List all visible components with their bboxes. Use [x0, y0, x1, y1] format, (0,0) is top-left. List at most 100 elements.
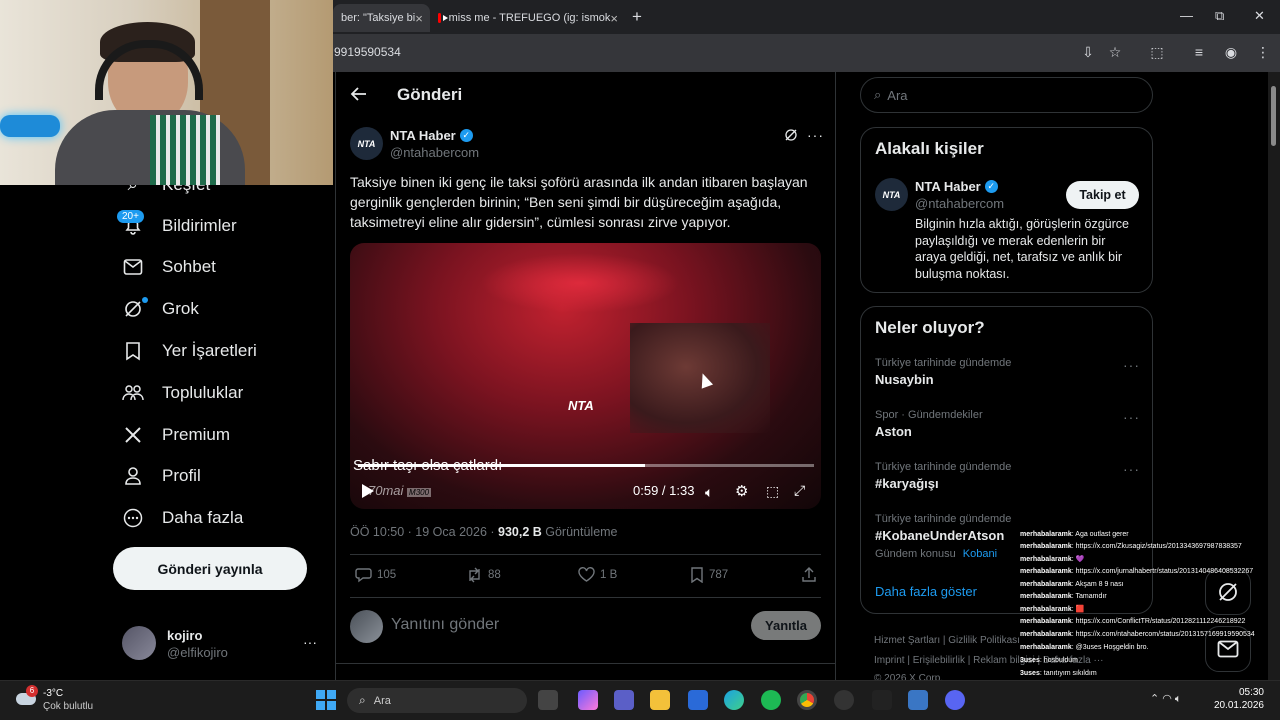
trend-more-icon[interactable]: ···	[1123, 461, 1140, 477]
browser-tab-active[interactable]: ber: "Taksiye bi ×	[333, 4, 430, 32]
obs-icon[interactable]	[834, 690, 854, 710]
sidebar-item-communities[interactable]: Topluluklar	[122, 378, 243, 408]
install-app-icon[interactable]: ⇩	[1079, 43, 1097, 61]
show-more-link[interactable]: Daha fazla göster	[875, 584, 977, 599]
post-more-icon[interactable]: ···	[807, 127, 824, 143]
close-window-button[interactable]: ✕	[1254, 8, 1265, 24]
account-switcher[interactable]: kojiro @elfikojiro ···	[122, 624, 322, 664]
grok-floating-button[interactable]	[1205, 569, 1251, 615]
search-input[interactable]: ⌕ Ara	[860, 77, 1153, 113]
sidebar-item-grok[interactable]: Grok	[122, 294, 199, 324]
youtube-icon	[438, 13, 447, 23]
account-more-icon[interactable]: ···	[303, 634, 317, 650]
related-handle[interactable]: @ntahabercom	[915, 196, 1004, 211]
post-timestamp[interactable]: ÖÖ 10:50 · 19 Oca 2026 ·	[350, 525, 498, 539]
video-progress-bar[interactable]	[358, 464, 814, 467]
minimize-button[interactable]: —	[1180, 8, 1193, 23]
chat-user: merhabalaramk	[1020, 593, 1072, 600]
bookmark-action[interactable]: 787	[690, 567, 728, 583]
sidebar-item-profile[interactable]: Profil	[122, 461, 201, 491]
task-view-icon[interactable]	[538, 690, 558, 710]
chat-user: merhabalaramk	[1020, 556, 1072, 563]
trend-sub-label: Gündem konusu	[875, 548, 956, 560]
divider	[336, 663, 835, 664]
author-name[interactable]: NTA Haber ✓	[390, 128, 473, 143]
grok-icon	[1219, 583, 1237, 601]
reply-input[interactable]: Yanıtını gönder	[391, 616, 499, 634]
trend-item[interactable]: Türkiye tarihinde gündemde Nusaybin ···	[875, 357, 1140, 387]
browser-menu-icon[interactable]: ⋮	[1254, 43, 1272, 61]
file-explorer-icon[interactable]	[650, 690, 670, 710]
post-button[interactable]: Gönderi yayınla	[113, 547, 307, 590]
scrollbar-thumb[interactable]	[1271, 86, 1276, 146]
reply-action[interactable]: 105	[355, 567, 396, 583]
trend-more-icon[interactable]: ···	[1123, 357, 1140, 373]
weather-widget[interactable]: 6 -3°C Çok bulutlu	[14, 685, 124, 715]
settings-icon[interactable]: ⚙︎	[735, 482, 748, 500]
maximize-button[interactable]: ⧉	[1215, 8, 1224, 24]
windows-logo-pane	[327, 690, 336, 699]
like-action[interactable]: 1 B	[578, 567, 617, 583]
repost-action[interactable]: 88	[466, 567, 501, 583]
extensions-icon[interactable]: ⬚	[1148, 43, 1166, 61]
bookmark-star-icon[interactable]: ☆	[1106, 43, 1124, 61]
chat-user: merhabalaramk	[1020, 644, 1072, 651]
store-icon[interactable]	[688, 690, 708, 710]
account-handle: @elfikojiro	[167, 645, 228, 660]
trend-item[interactable]: Türkiye tarihinde gündemde #karyağışı ··…	[875, 461, 1140, 491]
share-icon[interactable]	[801, 567, 817, 583]
trend-item[interactable]: Spor · Gündemdekiler Aston ···	[875, 409, 1140, 439]
chat-message: merhabalaramk: 💜	[1020, 555, 1084, 563]
chrome-icon[interactable]	[797, 690, 817, 710]
windows-taskbar	[0, 680, 1280, 720]
author-handle[interactable]: @ntahabercom	[390, 145, 479, 160]
page-scrollbar[interactable]	[1268, 72, 1280, 680]
back-arrow-icon[interactable]	[350, 85, 368, 103]
windows-logo-pane	[316, 690, 325, 699]
reply-button[interactable]: Yanıtla	[751, 611, 821, 640]
trend-sub-link[interactable]: Kobani	[963, 548, 997, 560]
chat-text: : https://x.com/Zkusagiz/status/20133436…	[1071, 543, 1242, 550]
reply-count: 105	[377, 569, 397, 581]
search-icon: ⌕	[359, 693, 366, 707]
taskbar-search[interactable]: ⌕ Ara	[347, 688, 527, 713]
spotify-icon[interactable]	[761, 690, 781, 710]
chat-text: : tanıtıyım sıkıldım	[1039, 670, 1097, 677]
system-tray[interactable]: ⌃ ◠ 🔈︎	[1150, 692, 1182, 706]
sidebar-item-chat[interactable]: Sohbet	[122, 252, 216, 282]
discord-icon[interactable]	[945, 690, 965, 710]
video-player[interactable]: NTA Sabır taşı olsa çatlardı 70mai M300 …	[350, 243, 821, 509]
media-control-icon[interactable]: ≡	[1190, 43, 1208, 61]
weather-desc: Çok bulutlu	[43, 701, 94, 712]
author-avatar[interactable]: NTA	[350, 127, 383, 160]
tab-close-icon[interactable]: ×	[610, 11, 618, 26]
sidebar-item-premium[interactable]: Premium	[122, 420, 230, 450]
teams-icon[interactable]	[614, 690, 634, 710]
sidebar-item-more[interactable]: Daha fazla	[122, 503, 243, 533]
url-text[interactable]: 9919590534	[334, 45, 401, 59]
volume-icon[interactable]: 🔈︎	[705, 484, 713, 501]
app-icon[interactable]	[908, 690, 928, 710]
video-watermark: NTA	[568, 398, 594, 413]
account-avatar	[122, 626, 156, 660]
windows-logo-pane	[327, 701, 336, 710]
repost-icon	[469, 567, 480, 583]
copilot-icon[interactable]	[578, 690, 598, 710]
tab-close-icon[interactable]: ×	[415, 11, 423, 26]
trend-more-icon[interactable]: ···	[1123, 409, 1140, 425]
sidebar-item-bookmarks[interactable]: Yer İşaretleri	[122, 336, 257, 366]
related-name[interactable]: NTA Haber ✓	[915, 179, 998, 194]
browser-tab[interactable]: miss me - TREFUEGO (ig: ismok ×	[430, 4, 626, 32]
new-tab-button[interactable]: +	[632, 7, 642, 27]
profile-icon[interactable]: ◉	[1222, 43, 1240, 61]
fullscreen-icon[interactable]: ⤢	[794, 482, 805, 499]
related-avatar[interactable]: NTA	[875, 178, 908, 211]
follow-button[interactable]: Takip et	[1066, 181, 1139, 209]
grok-explain-icon[interactable]	[784, 128, 798, 142]
edge-icon[interactable]	[724, 690, 744, 710]
epic-games-icon[interactable]	[872, 690, 892, 710]
picture-in-picture-icon[interactable]: ⬚	[766, 483, 779, 500]
start-button[interactable]	[316, 690, 336, 710]
clock[interactable]: 05:30 20.01.2026	[1212, 686, 1264, 712]
verified-badge-icon: ✓	[459, 129, 473, 142]
